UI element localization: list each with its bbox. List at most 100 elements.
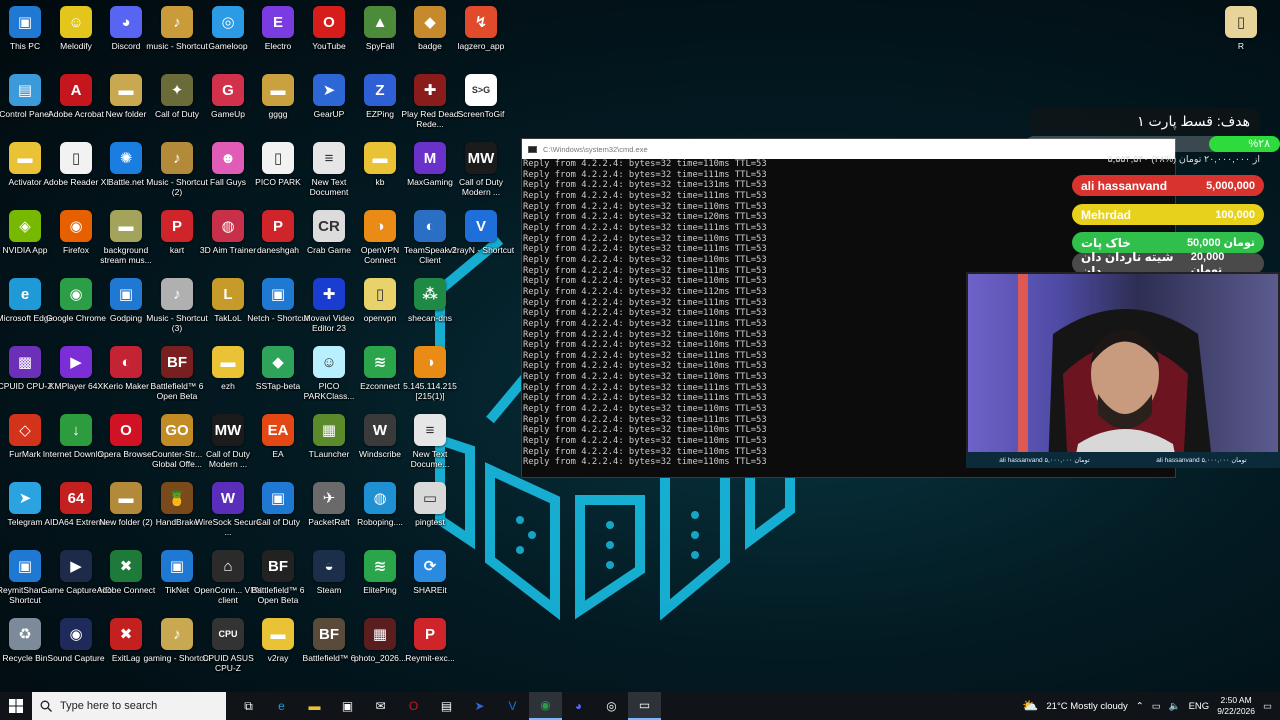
- cmd-window-title: C:\Windows\system32\cmd.exe: [543, 144, 648, 154]
- app-icon: ▯: [60, 142, 92, 174]
- taskbar-opera-icon[interactable]: O: [397, 692, 430, 720]
- app-icon: ➤: [313, 74, 345, 106]
- app-icon: ☻: [212, 142, 244, 174]
- notification-icon[interactable]: ▭: [1263, 701, 1272, 712]
- desktop-icon[interactable]: MW Call of Duty Modern ...: [448, 142, 514, 208]
- app-icon: ◕: [110, 6, 142, 38]
- taskbar-clock[interactable]: 2:50 AM 9/22/2026: [1217, 695, 1255, 717]
- app-icon: A: [60, 74, 92, 106]
- app-icon: ◆: [414, 6, 446, 38]
- app-icon: ☺: [60, 6, 92, 38]
- app-icon: ⁂: [414, 278, 446, 310]
- app-icon: V: [465, 210, 497, 242]
- desktop-icon[interactable]: ⟳ SHAREit: [397, 550, 463, 616]
- app-icon: ▤: [9, 74, 41, 106]
- app-icon: ≋: [364, 346, 396, 378]
- taskbar-obs-icon[interactable]: ◎: [595, 692, 628, 720]
- taskbar-unknown-app-icon[interactable]: ▤: [430, 692, 463, 720]
- desktop-icon-label: lagzero_app: [457, 41, 505, 51]
- app-icon: ♪: [161, 278, 193, 310]
- system-tray: ⛅ 21°C Mostly cloudy ⌃ ▭ 🔈 ENG 2:50 AM 9…: [1022, 695, 1280, 717]
- desktop-icon-label: Call of Duty Modern ...: [459, 177, 503, 197]
- clock-date: 9/22/2026: [1217, 706, 1256, 716]
- app-icon: ☺: [313, 346, 345, 378]
- desktop-icon[interactable]: ↯ lagzero_app: [448, 6, 514, 72]
- app-icon: ⌂: [212, 550, 244, 582]
- start-button[interactable]: [0, 692, 32, 720]
- app-icon: ▣: [9, 550, 41, 582]
- app-icon: E: [262, 6, 294, 38]
- taskbar-v2rayn-icon[interactable]: V: [496, 692, 529, 720]
- taskbar-discord-icon[interactable]: ◕: [562, 692, 595, 720]
- app-icon: ≋: [364, 550, 396, 582]
- app-icon: P: [262, 210, 294, 242]
- app-icon: ◒: [313, 550, 345, 582]
- app-icon: ✚: [414, 74, 446, 106]
- app-icon: ▯: [262, 142, 294, 174]
- app-icon: P: [161, 210, 193, 242]
- taskbar: Type here to search ⧉ e ▬ ▣ ✉ O ▤ ➤ V ◉ ◕ ◎ ▭ ⛅ 21°C…: [0, 692, 1280, 720]
- app-icon: e: [9, 278, 41, 310]
- donation-goal-amount: ۵,۵۵۴,۵۴۰ از ۲۰,۰۰۰,۰۰۰ تومان (%۲۸): [1107, 154, 1260, 165]
- app-icon: ▣: [262, 278, 294, 310]
- language-indicator[interactable]: ENG: [1189, 701, 1210, 712]
- app-icon: ◇: [9, 414, 41, 446]
- weather-text[interactable]: 21°C Mostly cloudy: [1046, 701, 1127, 712]
- taskbar-search-box[interactable]: Type here to search: [32, 692, 226, 720]
- desktop-icon[interactable]: S>G ScreenToGif: [448, 74, 514, 140]
- taskbar-mail-icon[interactable]: ✉: [364, 692, 397, 720]
- app-icon: ✖: [110, 550, 142, 582]
- app-icon: O: [110, 414, 142, 446]
- search-icon: [40, 700, 52, 712]
- app-icon: BF: [313, 618, 345, 650]
- donation-ticker: ali hassanvand ۵,۰۰۰,۰۰۰ تومان ali hassa…: [966, 452, 1280, 468]
- app-icon: ▯: [364, 278, 396, 310]
- app-icon: S>G: [465, 74, 497, 106]
- taskbar-chrome-icon[interactable]: ◉: [529, 692, 562, 720]
- taskbar-store-icon[interactable]: ▣: [331, 692, 364, 720]
- app-icon: ♪: [161, 6, 193, 38]
- app-icon: BF: [161, 346, 193, 378]
- app-icon: ▭: [414, 482, 446, 514]
- clock-time: 2:50 AM: [1220, 695, 1252, 705]
- windows-logo-icon: [9, 699, 23, 713]
- app-icon: ◉: [60, 278, 92, 310]
- app-icon: CR: [313, 210, 345, 242]
- cmd-app-icon: [528, 145, 537, 153]
- desktop-icon[interactable]: P Reymit-exc...: [397, 618, 463, 684]
- desktop-icon[interactable]: ▭ pingtest: [397, 482, 463, 548]
- app-icon: ▬: [9, 142, 41, 174]
- chevron-up-icon[interactable]: ⌃: [1136, 701, 1144, 712]
- app-icon: ▣: [9, 6, 41, 38]
- taskbar-gearup-icon[interactable]: ➤: [463, 692, 496, 720]
- app-icon: W: [212, 482, 244, 514]
- desktop-icon[interactable]: ≡ New Text Docume...: [397, 414, 463, 480]
- app-icon: ▬: [262, 74, 294, 106]
- desktop-icon[interactable]: Vv2rayN - Shortcut: [448, 210, 514, 276]
- app-icon: ◑: [414, 346, 446, 378]
- app-icon: ▣: [110, 278, 142, 310]
- desktop-icon-label: New Text Docume...: [410, 449, 450, 469]
- desktop-icon[interactable]: ▯ R: [1208, 6, 1274, 72]
- desktop-icon[interactable]: ◑ 5.145.114.215 [215(1)]: [397, 346, 463, 412]
- network-icon[interactable]: ▭: [1152, 701, 1161, 712]
- app-icon: ♪: [161, 618, 193, 650]
- app-icon: ▣: [262, 482, 294, 514]
- app-icon: ➤: [9, 482, 41, 514]
- app-icon: ▶: [60, 550, 92, 582]
- app-icon: M: [414, 142, 446, 174]
- desktop-icon[interactable]: ⁂ shecan-dns: [397, 278, 463, 344]
- weather-icon[interactable]: ⛅: [1022, 698, 1038, 714]
- app-icon: 🍍: [161, 482, 193, 514]
- app-icon: O: [313, 6, 345, 38]
- taskbar-task-view-icon[interactable]: ⧉: [232, 692, 265, 720]
- taskbar-cmd-icon[interactable]: ▭: [628, 692, 661, 720]
- speaker-icon[interactable]: 🔈: [1169, 701, 1181, 712]
- app-icon: ▬: [212, 346, 244, 378]
- app-icon: ♻: [9, 618, 41, 650]
- taskbar-file-explorer-icon[interactable]: ▬: [298, 692, 331, 720]
- app-icon: ✖: [110, 618, 142, 650]
- desktop-icon-label: shecan-dns: [408, 313, 452, 323]
- taskbar-edge-icon[interactable]: e: [265, 692, 298, 720]
- pinned-apps: ⧉ e ▬ ▣ ✉ O ▤ ➤ V ◉ ◕ ◎ ▭: [232, 692, 661, 720]
